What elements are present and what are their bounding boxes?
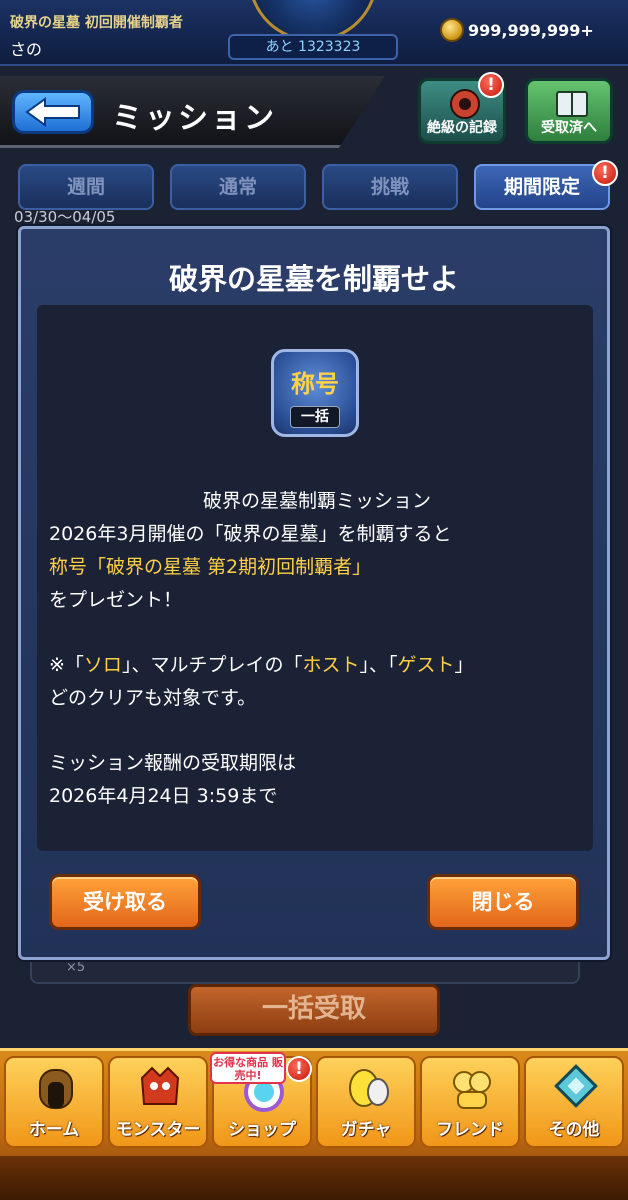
desc-line: 2026年3月開催の「破界の星墓」を制覇すると <box>49 523 452 545</box>
mission-description: 破界の星墓制覇ミッション 2026年3月開催の「破界の星墓」を制覇すると 称号「… <box>49 485 585 813</box>
title-reward-icon: 称号 一括 <box>271 349 359 437</box>
status-bar: 破界の星墓 初回開催制覇者 さの あと 1323323 999,999,999+ <box>0 0 628 66</box>
receive-button[interactable]: 受け取る <box>49 874 201 930</box>
player-title: 破界の星墓 初回開催制覇者 <box>10 15 183 31</box>
record-alert-icon: ! <box>478 72 504 98</box>
badge-main-text: 称号 <box>291 370 339 398</box>
nav-gacha[interactable]: ガチャ <box>316 1056 416 1148</box>
player-name: さの <box>10 40 43 59</box>
tab-normal[interactable]: 通常 <box>170 164 306 210</box>
deadline-line: ミッション報酬の受取期限は <box>49 752 297 774</box>
page-title: ミッション <box>112 101 277 136</box>
nav-label: ガチャ <box>340 1120 392 1140</box>
remaining-counter: あと 1323323 <box>228 34 398 60</box>
home-icon <box>39 1069 73 1109</box>
date-range: 03/30〜04/05 <box>14 208 116 226</box>
desc-line: をプレゼント！ <box>49 589 183 611</box>
back-button[interactable] <box>12 90 94 134</box>
desc-reward-line: 称号「破界の星墓 第2期初回制覇者」 <box>49 556 372 578</box>
note-host: ホスト <box>302 654 360 676</box>
note-text: 」 <box>454 654 474 676</box>
note-line: ※「ソロ」、マルチプレイの「ホスト」、「ゲスト」 <box>49 649 585 682</box>
back-arrow-icon <box>25 97 80 127</box>
nav-home[interactable]: ホーム <box>4 1056 104 1148</box>
note-line: どのクリアも対象です。 <box>49 687 257 709</box>
shop-alert-icon: ! <box>286 1056 312 1082</box>
nav-label: フレンド <box>436 1120 504 1140</box>
close-button[interactable]: 閉じる <box>427 874 579 930</box>
coin-value: 999,999,999+ <box>468 21 594 40</box>
limited-alert-icon: ! <box>592 160 618 186</box>
note-text: 」、「 <box>359 654 398 676</box>
desc-heading: 破界の星墓制覇ミッション <box>202 490 431 512</box>
received-label: 受取済へ <box>541 120 597 136</box>
mission-detail-dialog: 破界の星墓を制覇せよ 称号 一括 破界の星墓制覇ミッション 2026年3月開催の… <box>18 226 610 960</box>
nav-label: その他 <box>548 1120 600 1140</box>
tab-weekly[interactable]: 週間 <box>18 164 154 210</box>
other-icon <box>554 1064 598 1108</box>
note-guest: ゲスト <box>397 654 455 676</box>
record-label: 絶級の記録 <box>427 120 497 136</box>
record-icon <box>450 89 480 119</box>
deadline-date: 2026年4月24日 3:59まで <box>49 785 278 807</box>
reward-count: ×5 <box>66 960 86 975</box>
nav-label: モンスター <box>115 1120 201 1140</box>
badge-sub-text: 一括 <box>290 406 340 428</box>
nav-friend[interactable]: フレンド <box>420 1056 520 1148</box>
book-icon <box>556 91 588 117</box>
note-solo: ソロ <box>83 654 122 676</box>
nav-label: ホーム <box>28 1120 80 1140</box>
friend-icon <box>453 1071 491 1109</box>
sale-tag: お得な商品 販売中! <box>210 1052 286 1084</box>
coin-icon <box>440 18 464 42</box>
bottom-strip <box>0 1156 628 1200</box>
bulk-receive-button[interactable]: 一括受取 <box>188 984 440 1036</box>
received-button[interactable]: 受取済へ <box>525 78 613 144</box>
gacha-icon <box>349 1069 389 1107</box>
nav-monster[interactable]: モンスター <box>108 1056 208 1148</box>
dialog-title: 破界の星墓を制覇せよ <box>168 262 459 296</box>
monster-icon <box>140 1066 180 1105</box>
dialog-body: 称号 一括 破界の星墓制覇ミッション 2026年3月開催の「破界の星墓」を制覇す… <box>37 305 593 851</box>
tab-challenge[interactable]: 挑戦 <box>322 164 458 210</box>
tab-limited[interactable]: 期間限定 <box>474 164 610 210</box>
nav-other[interactable]: その他 <box>524 1056 624 1148</box>
note-text: ※「 <box>49 654 84 676</box>
note-text: 」、マルチプレイの「 <box>121 654 303 676</box>
nav-label: ショップ <box>228 1120 296 1140</box>
